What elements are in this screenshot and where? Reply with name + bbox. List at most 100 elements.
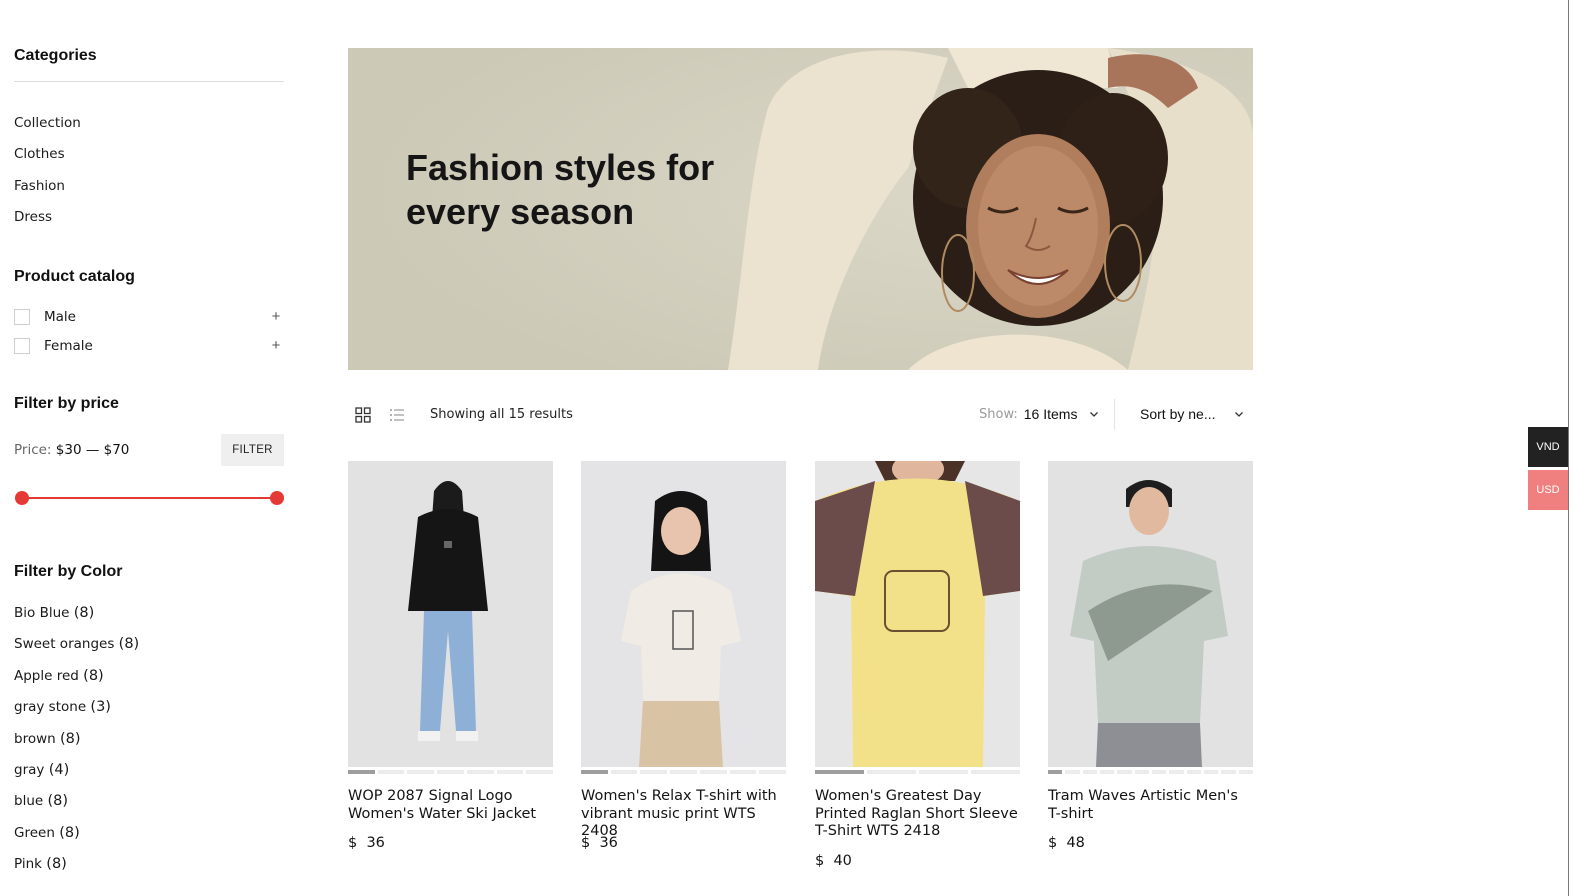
- filter-color-heading: Filter by Color: [14, 563, 123, 580]
- image-pager-dot[interactable]: [466, 770, 494, 774]
- color-count: (8): [118, 636, 140, 653]
- image-pager-dot[interactable]: [1099, 770, 1115, 774]
- image-pager-dot[interactable]: [1048, 770, 1063, 774]
- color-name: gray: [14, 762, 45, 778]
- categories-divider: [14, 81, 284, 82]
- image-pager-dot[interactable]: [670, 770, 697, 774]
- show-label: Show:: [979, 406, 1018, 422]
- image-pager-dot[interactable]: [1151, 770, 1167, 774]
- image-pager-dot[interactable]: [1134, 770, 1149, 774]
- filter-price-heading: Filter by price: [14, 395, 119, 412]
- category-link-fashion[interactable]: Fashion: [14, 178, 65, 194]
- image-pager-dot[interactable]: [815, 770, 864, 774]
- image-pager-dot[interactable]: [348, 770, 375, 774]
- list-view-icon[interactable]: [389, 407, 405, 423]
- expand-plus-icon[interactable]: +: [270, 307, 282, 327]
- color-filter-item[interactable]: Green (8): [14, 825, 80, 841]
- chevron-down-icon: [1090, 412, 1099, 417]
- color-filter-item[interactable]: Sweet oranges (8): [14, 636, 139, 652]
- image-pager-dot[interactable]: [1186, 770, 1201, 774]
- currency-symbol: $: [815, 853, 825, 869]
- image-pager-dot[interactable]: [526, 770, 554, 774]
- product-image[interactable]: [348, 461, 553, 767]
- category-link-collection[interactable]: Collection: [14, 115, 81, 131]
- male-checkbox[interactable]: [14, 309, 30, 325]
- currency-symbol: $: [581, 835, 591, 851]
- image-pager-dot[interactable]: [1221, 770, 1236, 774]
- image-pager[interactable]: [581, 770, 787, 774]
- image-pager-dot[interactable]: [407, 770, 435, 774]
- color-count: (8): [46, 856, 67, 873]
- image-pager-dot[interactable]: [867, 770, 916, 774]
- product-title[interactable]: Women's Relax T-shirt with vibrant music…: [581, 788, 786, 841]
- image-pager-dot[interactable]: [377, 770, 405, 774]
- color-count: (8): [47, 793, 69, 810]
- sort-select[interactable]: Sort by ne...: [1140, 406, 1244, 422]
- image-pager-dot[interactable]: [581, 770, 608, 774]
- hero-banner[interactable]: Fashion styles for every season: [348, 48, 1253, 370]
- color-filter-item[interactable]: gray stone (3): [14, 699, 111, 715]
- product-title[interactable]: Tram Waves Artistic Men's T-shirt: [1048, 788, 1253, 823]
- price-value: 48: [1066, 835, 1085, 851]
- color-filter-item[interactable]: gray (4): [14, 762, 69, 778]
- color-filter-item[interactable]: brown (8): [14, 731, 81, 747]
- image-pager-dot[interactable]: [496, 770, 524, 774]
- image-pager-dot[interactable]: [729, 770, 757, 774]
- price-slider-max-handle[interactable]: [270, 491, 284, 505]
- category-link-clothes[interactable]: Clothes: [14, 146, 65, 162]
- color-filter-item[interactable]: Apple red (8): [14, 668, 104, 684]
- catalog-label-female: Female: [44, 338, 93, 354]
- image-pager-dot[interactable]: [1082, 770, 1097, 774]
- category-link-dress[interactable]: Dress: [14, 209, 52, 225]
- page-scrollbar[interactable]: [1568, 0, 1596, 896]
- toolbar-divider: [1114, 399, 1115, 430]
- product-image[interactable]: [581, 461, 786, 767]
- chevron-down-icon: [1235, 412, 1243, 417]
- filter-button[interactable]: FILTER: [221, 434, 284, 466]
- product-title[interactable]: Women's Greatest Day Printed Raglan Shor…: [815, 788, 1020, 841]
- results-count: Showing all 15 results: [430, 407, 573, 422]
- price-value: 40: [833, 853, 852, 869]
- items-per-page-select[interactable]: Show: 16 Items: [979, 406, 1099, 422]
- expand-plus-icon[interactable]: +: [270, 336, 282, 356]
- product-image[interactable]: [1048, 461, 1253, 767]
- product-photo-music-tee: [581, 461, 786, 767]
- product-photo-waves-tee: [1048, 461, 1253, 767]
- image-pager-dot[interactable]: [640, 770, 668, 774]
- image-pager-dot[interactable]: [437, 770, 464, 774]
- product-title[interactable]: WOP 2087 Signal Logo Women's Water Ski J…: [348, 788, 553, 823]
- image-pager-dot[interactable]: [1169, 770, 1184, 774]
- image-pager-dot[interactable]: [1117, 770, 1132, 774]
- currency-symbol: $: [1048, 835, 1058, 851]
- image-pager-dot[interactable]: [919, 770, 968, 774]
- color-count: (8): [73, 605, 95, 621]
- currency-usd-button[interactable]: USD: [1528, 470, 1568, 510]
- price-slider-min-handle[interactable]: [15, 491, 29, 505]
- image-pager-dot[interactable]: [1238, 770, 1253, 774]
- product-price: $ 48: [1048, 835, 1085, 851]
- image-pager[interactable]: [815, 770, 1020, 774]
- image-pager-dot[interactable]: [610, 770, 638, 774]
- product-image[interactable]: [815, 461, 1020, 767]
- female-checkbox[interactable]: [14, 338, 30, 354]
- catalog-item-female: Female +: [14, 336, 284, 356]
- image-pager-dot[interactable]: [699, 770, 727, 774]
- color-name: Bio Blue: [14, 605, 70, 621]
- price-slider-track[interactable]: [21, 497, 277, 499]
- color-filter-item[interactable]: Bio Blue (8): [14, 605, 94, 621]
- image-pager-dot[interactable]: [1065, 770, 1080, 774]
- image-pager[interactable]: [348, 770, 554, 774]
- image-pager-dot[interactable]: [1203, 770, 1219, 774]
- currency-symbol: $: [348, 835, 358, 851]
- price-range-text: Price: $30 — $70: [14, 442, 129, 458]
- image-pager-dot[interactable]: [971, 770, 1020, 774]
- color-count: (8): [59, 824, 80, 841]
- grid-view-icon[interactable]: [355, 407, 371, 423]
- color-name: brown: [14, 730, 56, 747]
- color-filter-item[interactable]: blue (8): [14, 793, 68, 809]
- image-pager-dot[interactable]: [759, 770, 787, 774]
- image-pager[interactable]: [1048, 770, 1253, 774]
- color-name: blue: [14, 793, 44, 810]
- color-filter-item[interactable]: Pink (8): [14, 856, 67, 872]
- currency-vnd-button[interactable]: VND: [1528, 427, 1568, 467]
